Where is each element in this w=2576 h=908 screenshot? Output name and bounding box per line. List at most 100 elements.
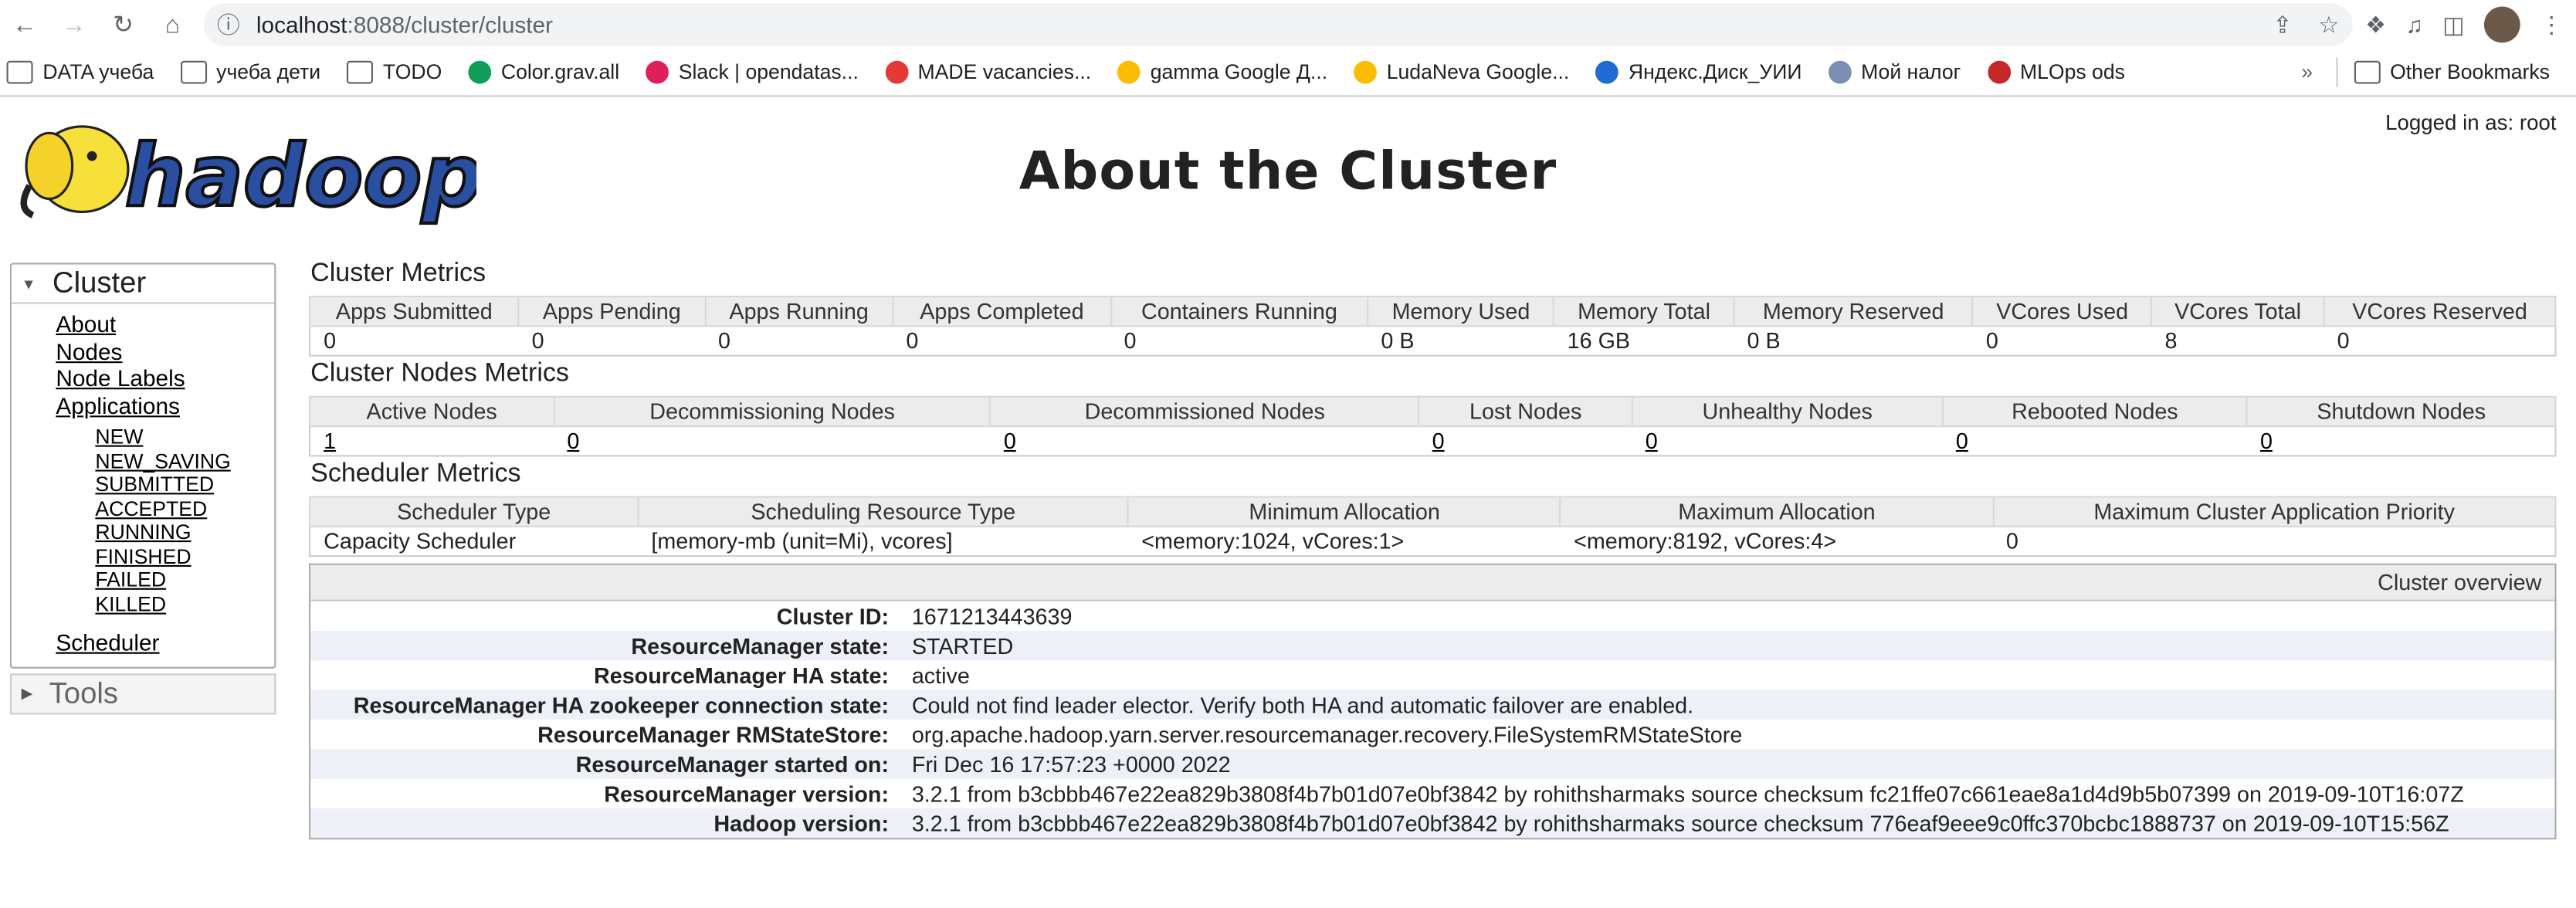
sidebar-link-applications[interactable]: Applications — [56, 391, 274, 418]
overview-row: ResourceManager state: STARTED — [310, 630, 2555, 661]
profile-avatar[interactable] — [2483, 6, 2520, 43]
column-header[interactable]: Apps Completed — [892, 295, 1112, 327]
metric-link[interactable]: 0 — [567, 429, 579, 453]
back-icon[interactable]: ← — [0, 0, 49, 49]
bookmark-item[interactable]: gamma Google Д... — [1117, 60, 1327, 84]
column-header[interactable]: Unhealthy Nodes — [1631, 395, 1944, 428]
column-header[interactable]: Apps Pending — [517, 295, 707, 327]
bookmarks-bar: DATA учеба учеба дети TODO Color.grav.all Sl… — [0, 49, 2576, 97]
bookmarks-more-button[interactable]: » — [2301, 61, 2313, 84]
column-header[interactable]: VCores Reserved — [2323, 295, 2557, 327]
cluster-overview: Cluster overview Cluster ID: 167121344363… — [308, 563, 2557, 840]
info-icon[interactable]: ⓘ — [217, 8, 240, 42]
metric-cell: Capacity Scheduler — [324, 529, 517, 554]
forward-icon[interactable]: → — [49, 0, 99, 49]
reload-icon[interactable]: ↻ — [99, 0, 148, 49]
metric-cell: 1 — [310, 426, 554, 456]
bookmark-item[interactable]: LudaNeva Google... — [1354, 60, 1569, 84]
bookmark-item[interactable]: TODO — [347, 60, 442, 84]
bookmark-item[interactable]: Slack | opendatas... — [646, 60, 859, 84]
bookmark-item[interactable]: учеба дети — [180, 60, 320, 84]
metric-cell: 0 B — [1381, 328, 1415, 354]
bookmark-item[interactable]: Яндекс.Диск_УИИ — [1595, 60, 1802, 84]
column-header[interactable]: Active Nodes — [308, 395, 555, 428]
column-header[interactable]: Memory Reserved — [1733, 295, 1974, 327]
metric-link[interactable]: 0 — [1646, 429, 1658, 453]
app-state-running[interactable]: RUNNING — [95, 520, 274, 544]
column-header[interactable]: Memory Used — [1367, 295, 1555, 327]
column-header[interactable]: Containers Running — [1110, 295, 1369, 327]
column-header[interactable]: VCores Used — [1971, 295, 2153, 327]
share-icon[interactable]: ⇪ — [2273, 11, 2292, 39]
slack-icon — [646, 60, 669, 84]
overview-label: ResourceManager HA state: — [593, 662, 890, 688]
column-header[interactable]: Shutdown Nodes — [2246, 395, 2557, 428]
column-header[interactable]: VCores Total — [2151, 295, 2325, 327]
sidebar-link-about[interactable]: About — [56, 310, 274, 337]
column-header[interactable]: Decommissioning Nodes — [553, 395, 991, 428]
page-header: hadoop About the Cluster Logged in as: r… — [0, 97, 2576, 249]
metric-cell: 0 — [324, 328, 337, 354]
cluster-nav-header[interactable]: ▼ Cluster — [11, 265, 275, 304]
app-state-killed[interactable]: KILLED — [95, 592, 274, 616]
column-header[interactable]: Scheduling Resource Type — [637, 496, 1130, 527]
overview-label: Cluster ID: — [776, 603, 890, 628]
overview-row: ResourceManager started on: Fri Dec 16 17… — [310, 749, 2555, 779]
bookmark-item[interactable]: DATA учеба — [6, 60, 154, 84]
overview-row: ResourceManager HA zookeeper connection … — [310, 689, 2555, 720]
bookmark-item[interactable]: MADE vacancies... — [884, 60, 1091, 84]
node-metrics-table: Active Nodes Decommissioning Nodes Decommi… — [308, 395, 2557, 457]
column-header[interactable]: Memory Total — [1553, 295, 1735, 327]
overview-label: ResourceManager version: — [604, 781, 890, 806]
metric-cell: 0 — [1985, 328, 1998, 354]
bookmark-item[interactable]: Color.grav.all — [468, 60, 619, 84]
column-header[interactable]: Maximum Allocation — [1559, 496, 1994, 527]
bookmark-star-icon[interactable]: ☆ — [2318, 11, 2339, 39]
folder-icon — [180, 60, 207, 84]
bookmark-item[interactable]: MLOps ods — [1987, 60, 2125, 84]
menu-icon[interactable]: ⋮ — [2540, 11, 2563, 39]
column-header[interactable]: Scheduler Type — [308, 496, 639, 527]
node-metrics-title: Cluster Nodes Metrics — [310, 359, 569, 388]
column-header[interactable]: Maximum Cluster Application Priority — [1991, 496, 2557, 527]
app-state-finished[interactable]: FINISHED — [95, 544, 274, 568]
overview-value: Fri Dec 16 17:57:23 +0000 2022 — [911, 751, 1231, 777]
media-icon[interactable]: ♫ — [2405, 12, 2422, 38]
column-header[interactable]: Decommissioned Nodes — [989, 395, 1420, 428]
overview-row: Hadoop version: 3.2.1 from b3cbbb467e22ea… — [310, 808, 2555, 839]
sidebar-link-node-labels[interactable]: Node Labels — [56, 364, 274, 391]
app-state-new-saving[interactable]: NEW_SAVING — [95, 449, 274, 473]
metric-link[interactable]: 0 — [2260, 429, 2273, 453]
column-header[interactable]: Rebooted Nodes — [1941, 395, 2248, 428]
sidebar-link-nodes[interactable]: Nodes — [56, 337, 274, 364]
cluster-overview-title: Cluster overview — [310, 564, 2555, 601]
bookmark-item[interactable]: Мой налог — [1828, 60, 1961, 84]
sidepanel-icon[interactable]: ◫ — [2442, 11, 2464, 39]
cluster-overview-table: Cluster ID: 1671213443639 ResourceManager … — [310, 601, 2555, 839]
drive-icon — [1354, 60, 1377, 84]
app-state-failed[interactable]: FAILED — [95, 568, 274, 592]
sheets-icon — [468, 60, 492, 84]
sidebar-link-scheduler[interactable]: Scheduler — [56, 629, 274, 656]
metric-cell: <memory:1024, vCores:1> — [1141, 529, 1405, 554]
overview-label: Hadoop version: — [713, 810, 890, 835]
metric-link[interactable]: 0 — [1432, 429, 1445, 453]
column-header[interactable]: Apps Running — [703, 295, 894, 327]
app-state-accepted[interactable]: ACCEPTED — [95, 497, 274, 521]
metric-cell: 0 — [1632, 426, 1943, 456]
metric-link[interactable]: 0 — [1004, 429, 1016, 453]
overview-value: STARTED — [911, 633, 1014, 659]
address-bar[interactable]: ⓘ localhost:8088/cluster/cluster ⇪ ☆ — [203, 3, 2353, 46]
column-header[interactable]: Minimum Allocation — [1127, 496, 1562, 527]
metric-link[interactable]: 1 — [324, 429, 336, 453]
metric-link[interactable]: 0 — [1956, 429, 1968, 453]
tools-nav-header[interactable]: ▶ Tools — [9, 673, 276, 714]
other-bookmarks[interactable]: Other Bookmarks — [2354, 60, 2550, 84]
extensions-icon[interactable]: ❖ — [2365, 11, 2386, 39]
app-state-submitted[interactable]: SUBMITTED — [95, 473, 274, 497]
column-header[interactable]: Apps Submitted — [308, 295, 520, 327]
home-icon[interactable]: ⌂ — [147, 0, 197, 49]
app-state-new[interactable]: NEW — [95, 425, 274, 449]
overview-value: org.apache.hadoop.yarn.server.resourcema… — [911, 722, 1743, 747]
column-header[interactable]: Lost Nodes — [1418, 395, 1633, 428]
